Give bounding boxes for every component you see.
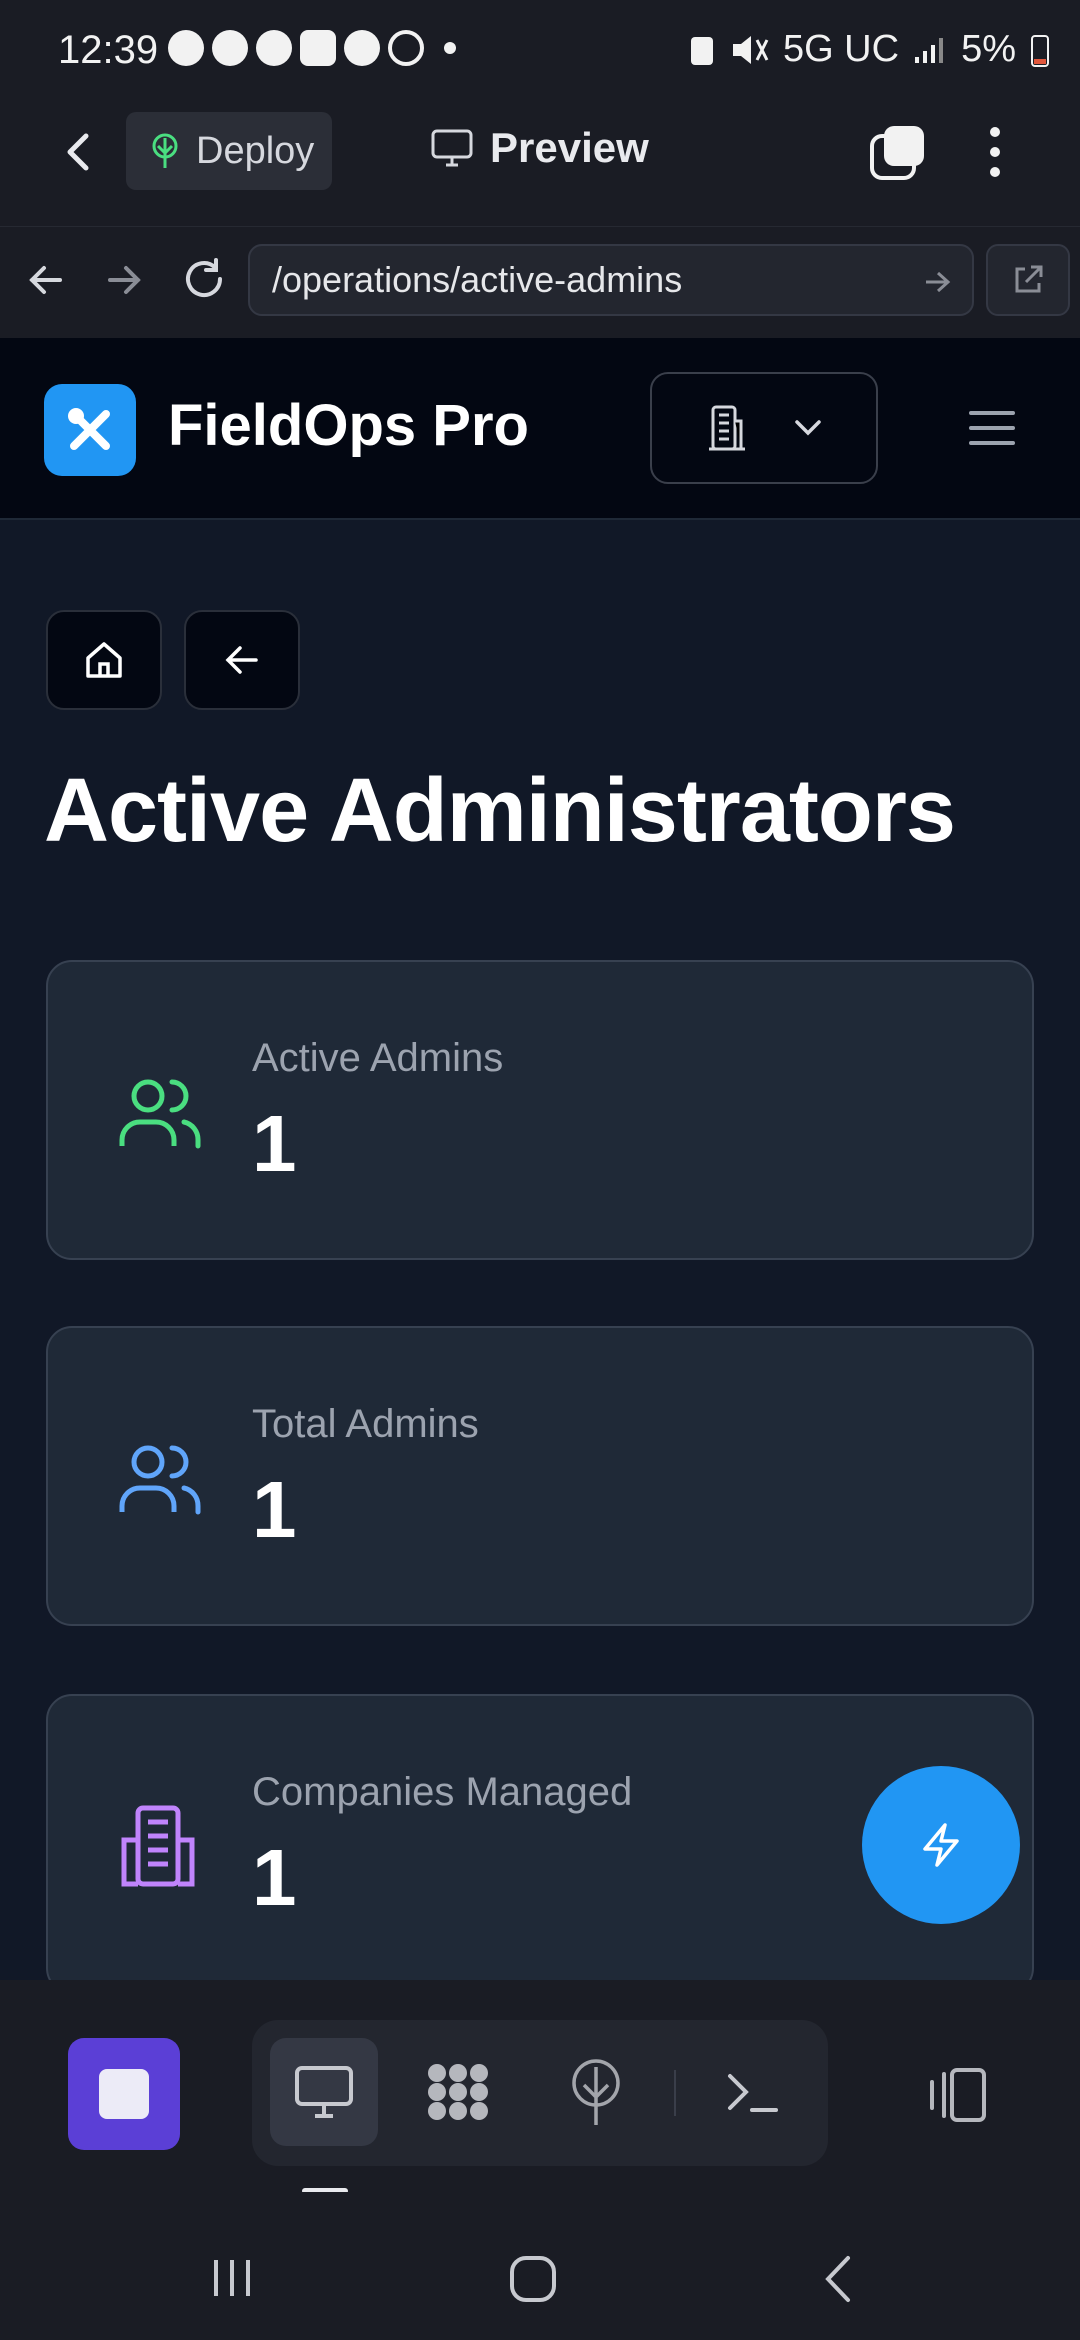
users-icon: [116, 1068, 204, 1156]
tabs-icon[interactable]: [868, 122, 928, 182]
external-link-icon: [1015, 265, 1043, 293]
app-logo[interactable]: [44, 384, 136, 476]
deploy-tree-icon: [572, 2059, 620, 2125]
puzzle-icon: [428, 2064, 488, 2120]
quick-action-button[interactable]: [862, 1766, 1020, 1924]
tools-icon: [68, 408, 110, 450]
battery-percent: 5%: [961, 28, 1016, 70]
battery-saver-icon: [690, 36, 713, 65]
messenger-icon: [212, 30, 248, 66]
stop-button[interactable]: [68, 2038, 180, 2150]
messenger-icon: [168, 30, 204, 66]
alert-icon: [300, 30, 336, 66]
more-vert-icon[interactable]: [980, 124, 1010, 180]
back-button[interactable]: [184, 610, 300, 710]
chevron-down-icon: [795, 420, 821, 436]
lightning-icon: [923, 1823, 959, 1867]
home-button[interactable]: [46, 610, 162, 710]
users-icon: [116, 1434, 204, 1522]
status-right: 5G UC 5%: [689, 28, 1050, 71]
pattern-tool-button[interactable]: [404, 2038, 512, 2146]
back-icon[interactable]: [56, 124, 104, 180]
url-text: /operations/active-admins: [272, 259, 683, 300]
url-input[interactable]: /operations/active-admins: [248, 244, 974, 316]
preview-tab[interactable]: Preview: [430, 124, 649, 172]
stat-label: Total Admins: [252, 1402, 479, 1446]
back-nav-icon[interactable]: [820, 2254, 856, 2309]
battery-icon: [1031, 34, 1049, 67]
building-icon: [709, 405, 745, 451]
preview-label: Preview: [490, 124, 649, 171]
deploy-button[interactable]: Deploy: [126, 112, 332, 190]
device-toggle-icon[interactable]: [922, 2064, 992, 2131]
open-external-button[interactable]: [986, 244, 1070, 316]
stat-label: Active Admins: [252, 1036, 504, 1080]
preview-tool-button[interactable]: [270, 2038, 378, 2146]
mute-icon: [732, 35, 769, 64]
page-title: Active Administrators: [44, 761, 956, 861]
nav-forward-icon[interactable]: [104, 258, 144, 307]
home-icon: [86, 642, 122, 678]
terminal-tool-button[interactable]: [698, 2038, 806, 2146]
tool-group: [252, 2020, 828, 2166]
stat-value: 1: [252, 1465, 297, 1554]
messenger-icon: [256, 30, 292, 66]
toolbar-divider: [674, 2070, 676, 2116]
monitor-icon: [295, 2066, 353, 2118]
network-type: 5G UC: [782, 28, 900, 70]
nav-back-icon[interactable]: [26, 258, 66, 307]
missed-call-icon: [388, 30, 424, 66]
status-time: 12:39: [58, 28, 159, 72]
hamburger-menu-button[interactable]: [962, 398, 1022, 458]
site-header: [0, 338, 1080, 520]
messenger-icon: [344, 30, 380, 66]
arrow-left-icon: [225, 646, 258, 674]
more-dot-icon: [444, 42, 456, 54]
building-icon: [116, 1802, 204, 1890]
home-nav-icon[interactable]: [508, 2254, 558, 2309]
menu-icon: [969, 411, 1015, 445]
brand-name: FieldOps Pro: [168, 393, 529, 458]
notification-icons: [168, 30, 456, 66]
deploy-tool-button[interactable]: [542, 2038, 650, 2146]
stat-value: 1: [252, 1833, 297, 1922]
stop-icon: [99, 2069, 149, 2119]
terminal-icon: [728, 2074, 778, 2112]
company-selector[interactable]: [650, 372, 878, 484]
monitor-icon: [431, 129, 473, 167]
deploy-tree-icon: [152, 133, 178, 168]
recents-icon[interactable]: [210, 2256, 256, 2305]
reload-icon[interactable]: [180, 254, 228, 309]
signal-icon: [915, 37, 944, 63]
stat-label: Companies Managed: [252, 1770, 633, 1814]
stat-card-active-admins: Active Admins 1: [46, 960, 1034, 1260]
stat-card-total-admins: Total Admins 1: [46, 1326, 1034, 1626]
go-arrow-icon[interactable]: [922, 268, 952, 296]
stat-value: 1: [252, 1099, 297, 1188]
deploy-label: Deploy: [196, 129, 315, 172]
